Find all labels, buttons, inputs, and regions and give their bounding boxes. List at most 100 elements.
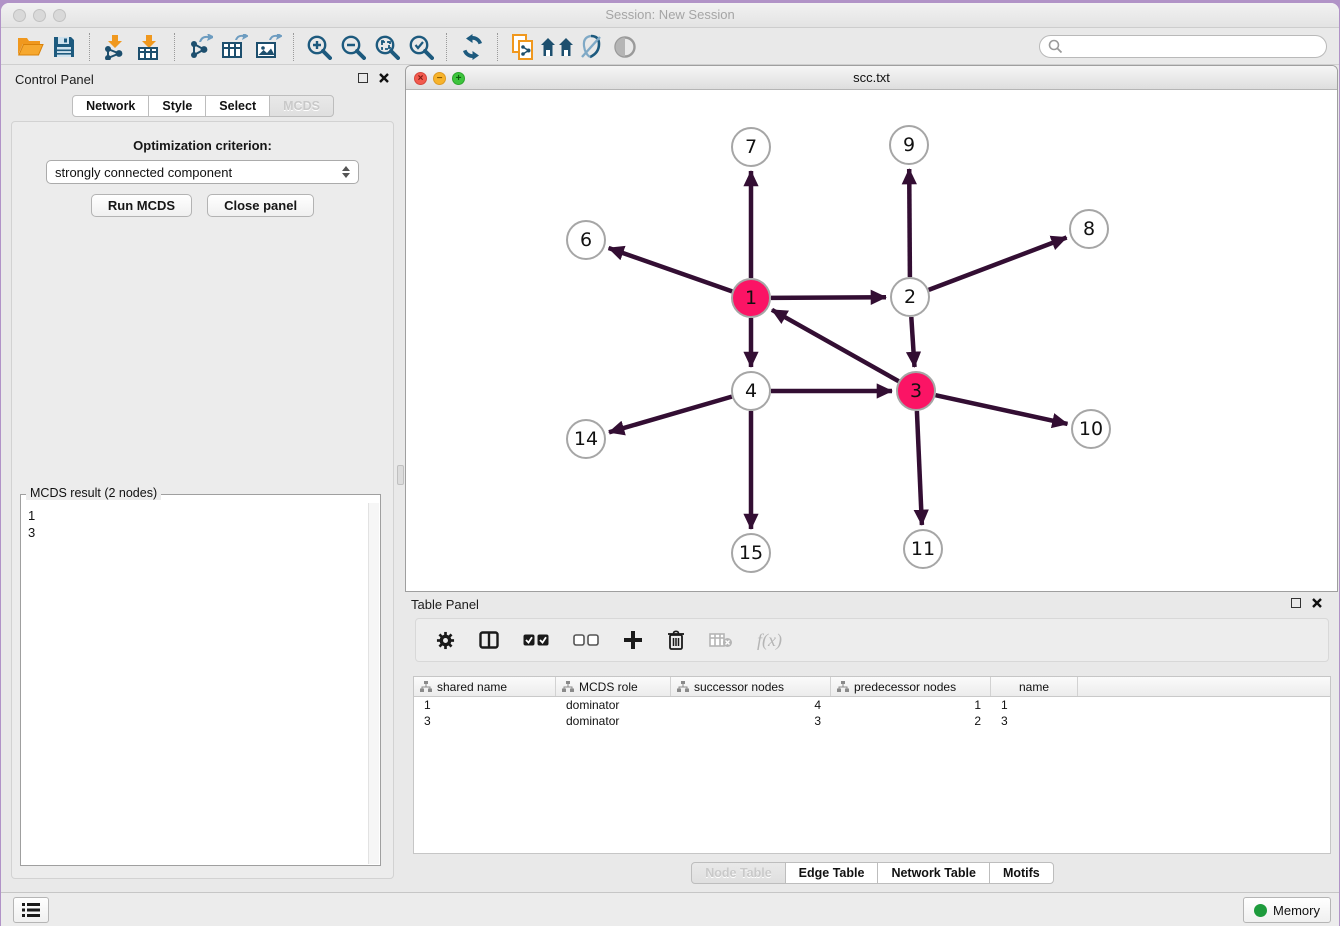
table-cell[interactable]: 2: [831, 714, 991, 728]
table-cell[interactable]: 1: [831, 698, 991, 712]
float-table-panel-icon[interactable]: [1291, 598, 1301, 608]
tab-motifs[interactable]: Motifs: [989, 862, 1054, 884]
graph-node-9[interactable]: 9: [889, 125, 929, 165]
search-icon: [1048, 39, 1063, 54]
export-image-icon[interactable]: [251, 32, 285, 62]
vertical-splitter-handle[interactable]: [397, 465, 404, 485]
table-toolbar: f(x): [415, 618, 1329, 662]
graph-node-1[interactable]: 1: [731, 278, 771, 318]
network-frame-titlebar: × − + scc.txt: [406, 66, 1337, 90]
result-scrollbar[interactable]: [368, 503, 379, 864]
tab-edge-table[interactable]: Edge Table: [785, 862, 879, 884]
select-all-icon[interactable]: [523, 627, 549, 653]
close-panel-button[interactable]: Close panel: [207, 194, 314, 217]
run-mcds-button[interactable]: Run MCDS: [91, 194, 192, 217]
search-input[interactable]: [1063, 38, 1318, 56]
graph-node-8[interactable]: 8: [1069, 209, 1109, 249]
clone-network-icon[interactable]: [506, 32, 540, 62]
memory-status-icon: [1254, 904, 1267, 917]
table-cell[interactable]: 3: [671, 714, 831, 728]
column-header-mcds-role[interactable]: MCDS role: [556, 677, 671, 696]
delete-columns-trash-icon[interactable]: [667, 627, 685, 653]
graph-edge-2-3[interactable]: [911, 317, 914, 367]
save-session-icon[interactable]: [47, 32, 81, 62]
mcds-result-box: MCDS result (2 nodes) 1 3: [20, 494, 381, 866]
hide-graphics-details-icon[interactable]: [574, 32, 608, 62]
graph-node-10[interactable]: 10: [1071, 409, 1111, 449]
open-session-icon[interactable]: [13, 32, 47, 62]
table-cell[interactable]: 3: [414, 714, 556, 728]
column-label: predecessor nodes: [854, 680, 956, 694]
add-column-icon[interactable]: [623, 627, 643, 653]
graph-node-7[interactable]: 7: [731, 127, 771, 167]
control-panel-header: Control Panel: [9, 67, 396, 93]
close-panel-icon[interactable]: [378, 72, 390, 84]
network-canvas[interactable]: 7 9 6 8 1 2 4 3 14 10 15 11: [406, 90, 1337, 591]
toolbar-search: [1039, 35, 1327, 58]
column-header-predecessor-nodes[interactable]: predecessor nodes: [831, 677, 991, 696]
graph-edge-2-9[interactable]: [909, 169, 910, 277]
toolbar-separator: [293, 33, 294, 61]
mcds-result-list[interactable]: 1 3: [22, 503, 367, 864]
tab-network[interactable]: Network: [72, 95, 149, 117]
graph-edge-1-6[interactable]: [609, 248, 733, 291]
tab-network-table[interactable]: Network Table: [877, 862, 990, 884]
import-network-icon[interactable]: [98, 32, 132, 62]
task-history-button[interactable]: [13, 897, 49, 923]
column-header-shared-name[interactable]: shared name: [414, 677, 556, 696]
table-row: 1dominator411: [414, 697, 1330, 713]
graph-node-2[interactable]: 2: [890, 277, 930, 317]
table-cell[interactable]: 4: [671, 698, 831, 712]
show-columns-icon[interactable]: [479, 627, 499, 653]
table-cell[interactable]: dominator: [556, 714, 671, 728]
graph-node-15[interactable]: 15: [731, 533, 771, 573]
tab-style[interactable]: Style: [148, 95, 206, 117]
table-options-gear-icon[interactable]: [436, 627, 455, 653]
graph-node-6[interactable]: 6: [566, 220, 606, 260]
graph-edge-3-10[interactable]: [936, 395, 1068, 424]
export-table-icon[interactable]: [217, 32, 251, 62]
tab-select[interactable]: Select: [205, 95, 270, 117]
tab-node-table[interactable]: Node Table: [691, 862, 785, 884]
clear-table-icon-disabled: [709, 627, 733, 653]
export-network-icon[interactable]: [183, 32, 217, 62]
zoom-out-icon[interactable]: [336, 32, 370, 62]
graph-edge-2-8[interactable]: [929, 238, 1067, 290]
import-table-icon[interactable]: [132, 32, 166, 62]
show-hide-eye-icon[interactable]: [608, 32, 642, 62]
apply-layout-icon[interactable]: [455, 32, 489, 62]
table-cell[interactable]: 1: [414, 698, 556, 712]
table-panel-title: Table Panel: [411, 597, 479, 612]
graph-node-4[interactable]: 4: [731, 371, 771, 411]
optimization-criterion-label: Optimization criterion:: [12, 138, 393, 153]
zoom-selected-icon[interactable]: [404, 32, 438, 62]
table-cell[interactable]: 1: [991, 698, 1078, 712]
column-label: successor nodes: [694, 680, 784, 694]
column-header-name[interactable]: name: [991, 677, 1078, 696]
table-cell[interactable]: 3: [991, 714, 1078, 728]
graph-edge-4-14[interactable]: [609, 397, 732, 433]
zoom-in-icon[interactable]: [302, 32, 336, 62]
tab-mcds[interactable]: MCDS: [269, 95, 334, 117]
float-panel-icon[interactable]: [358, 73, 368, 83]
graph-edge-3-1[interactable]: [772, 310, 899, 381]
graph-node-11[interactable]: 11: [903, 529, 943, 569]
graph-edge-1-2[interactable]: [771, 297, 886, 298]
column-label: name: [1019, 680, 1049, 694]
column-type-icon: [837, 681, 849, 692]
table-cell[interactable]: dominator: [556, 698, 671, 712]
memory-button[interactable]: Memory: [1243, 897, 1331, 923]
graph-node-3[interactable]: 3: [896, 371, 936, 411]
function-builder-icon-disabled: f(x): [757, 627, 782, 653]
column-header-successor-nodes[interactable]: successor nodes: [671, 677, 831, 696]
graph-node-14[interactable]: 14: [566, 419, 606, 459]
graph-edge-3-11[interactable]: [917, 411, 922, 525]
close-table-panel-icon[interactable]: [1311, 597, 1323, 609]
criterion-select[interactable]: strongly connected component: [46, 160, 359, 184]
first-neighbors-icon[interactable]: [540, 32, 574, 62]
table-panel: Table Panel: [405, 592, 1339, 892]
unselect-all-icon[interactable]: [573, 627, 599, 653]
zoom-fit-icon[interactable]: [370, 32, 404, 62]
select-chevrons-icon: [342, 166, 350, 178]
node-table-body: 1dominator4113dominator323: [414, 697, 1330, 729]
